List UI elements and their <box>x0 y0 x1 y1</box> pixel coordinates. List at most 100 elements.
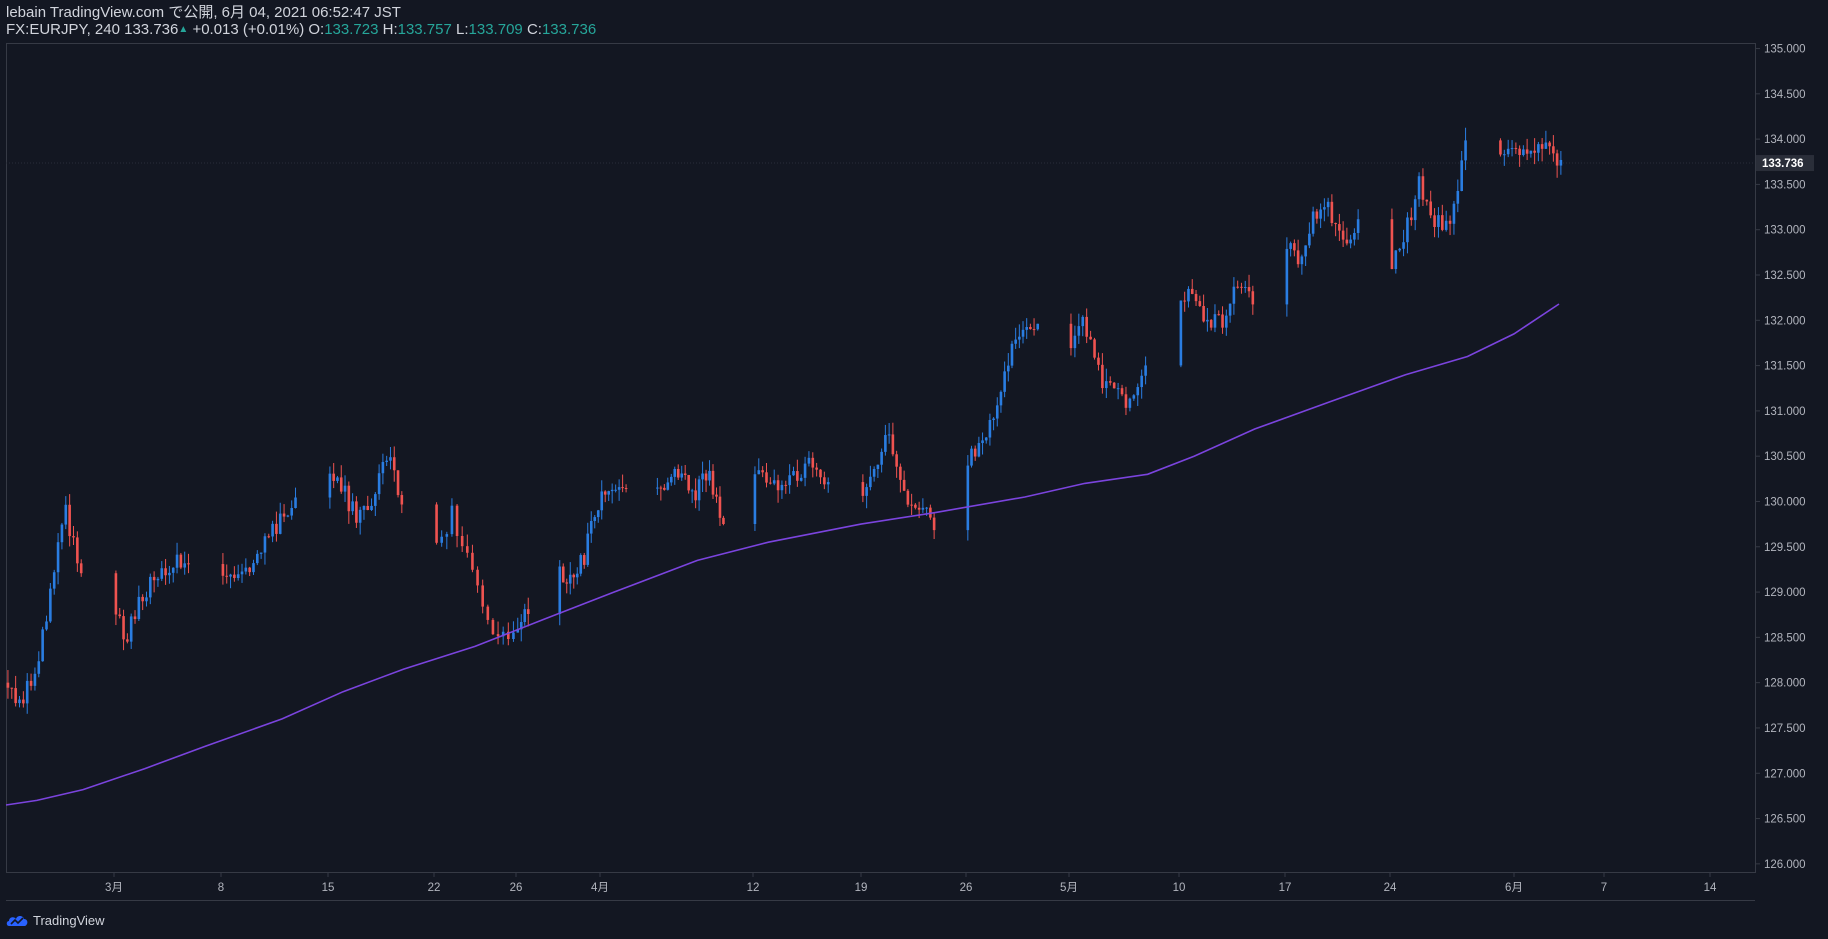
candle <box>614 484 617 493</box>
candle-body <box>1240 286 1243 288</box>
candle-body <box>1085 316 1088 337</box>
candle <box>1460 150 1463 192</box>
candle-body <box>1338 224 1341 231</box>
candle <box>1308 222 1311 249</box>
candle-body <box>137 596 141 620</box>
candle-body <box>1190 288 1194 294</box>
candle <box>895 450 898 478</box>
candle-body <box>1296 250 1300 265</box>
candle <box>992 417 995 431</box>
candle-body <box>278 513 282 534</box>
candle <box>753 466 757 531</box>
candle-body <box>240 571 244 575</box>
candle <box>1221 306 1224 334</box>
candle-body <box>1232 286 1236 304</box>
candle <box>1296 239 1300 268</box>
candle-body <box>823 477 826 485</box>
candle-body <box>1323 207 1326 210</box>
candle-body <box>869 476 872 488</box>
candle <box>1081 315 1085 337</box>
price-tick-label: 130.500 <box>1764 451 1806 463</box>
candle <box>358 506 362 535</box>
candle-body <box>1025 327 1028 330</box>
candle <box>240 563 244 583</box>
candle-body <box>481 585 484 607</box>
time-tick-label: 19 <box>855 882 868 894</box>
time-tick-label: 14 <box>1704 882 1717 894</box>
candle-body <box>435 504 438 543</box>
candle-body <box>1345 239 1349 244</box>
candle-body <box>389 457 392 461</box>
candle <box>389 446 392 470</box>
candle-body <box>1559 159 1563 166</box>
candle <box>6 670 10 699</box>
time-tick-label: 8 <box>218 882 224 894</box>
price-tick-label: 134.000 <box>1764 134 1806 146</box>
candle <box>14 675 17 707</box>
candle <box>603 490 607 503</box>
candle-body <box>1398 248 1401 251</box>
candle-body <box>984 437 988 441</box>
footer-brand[interactable]: TradingView <box>6 912 105 928</box>
candle-body <box>799 477 803 481</box>
candle-body <box>156 578 160 581</box>
candle <box>466 534 469 558</box>
candle-body <box>624 488 628 490</box>
candle <box>1300 254 1304 275</box>
candle <box>455 504 459 548</box>
price-chart[interactable]: 135.000 134.500 134.000 133.500 133.000 132.5… <box>0 0 1828 939</box>
candle <box>872 466 876 482</box>
candle <box>1356 209 1360 240</box>
candle-body <box>179 554 183 568</box>
candle <box>575 567 579 585</box>
price-axis[interactable]: 135.000 134.500 134.000 133.500 133.000 132.5… <box>1755 44 1814 871</box>
candle-body <box>1506 148 1510 155</box>
candle-body <box>995 405 999 419</box>
candle-body <box>973 448 977 457</box>
candle-body <box>992 418 995 421</box>
candle-body <box>921 507 925 510</box>
candle-body <box>1464 140 1467 161</box>
candle <box>72 526 75 545</box>
candle-body <box>718 496 722 518</box>
candle <box>891 422 895 457</box>
candle <box>568 562 572 595</box>
candle <box>1522 145 1525 157</box>
candle-body <box>1140 375 1143 388</box>
candle-body <box>826 482 830 485</box>
time-axis[interactable]: 3月 8 15 22 26 4月 12 19 26 5月 10 17 24 6月 7 14 <box>105 873 1717 894</box>
candle-body <box>600 491 604 511</box>
candle-body <box>294 497 297 509</box>
candle-body <box>400 495 404 505</box>
candle-body <box>33 673 37 686</box>
candle-body <box>780 484 784 491</box>
candle <box>579 553 583 577</box>
candle <box>757 458 761 475</box>
candle <box>1548 140 1551 155</box>
candle <box>815 462 818 477</box>
candle <box>149 573 152 605</box>
candle <box>1209 319 1213 331</box>
candle-body <box>715 494 718 497</box>
candle-body <box>676 468 680 478</box>
candle <box>248 566 251 577</box>
candle <box>1136 383 1140 406</box>
candle-body <box>1529 150 1533 154</box>
candle <box>1323 198 1326 222</box>
candle-body <box>133 616 137 620</box>
candle <box>252 559 255 575</box>
candle-body <box>1225 315 1228 328</box>
candle <box>1390 208 1394 270</box>
candle-body <box>683 473 687 475</box>
candle-body <box>593 517 597 522</box>
candle-body <box>659 487 663 489</box>
candle <box>914 503 917 510</box>
candle-body <box>1209 319 1213 328</box>
candle <box>1144 356 1147 385</box>
candle <box>1073 325 1077 358</box>
candle-body <box>1499 140 1502 155</box>
candle <box>1116 382 1120 400</box>
candle-body <box>561 566 565 583</box>
candle <box>772 469 776 486</box>
candle-body <box>1456 190 1460 204</box>
